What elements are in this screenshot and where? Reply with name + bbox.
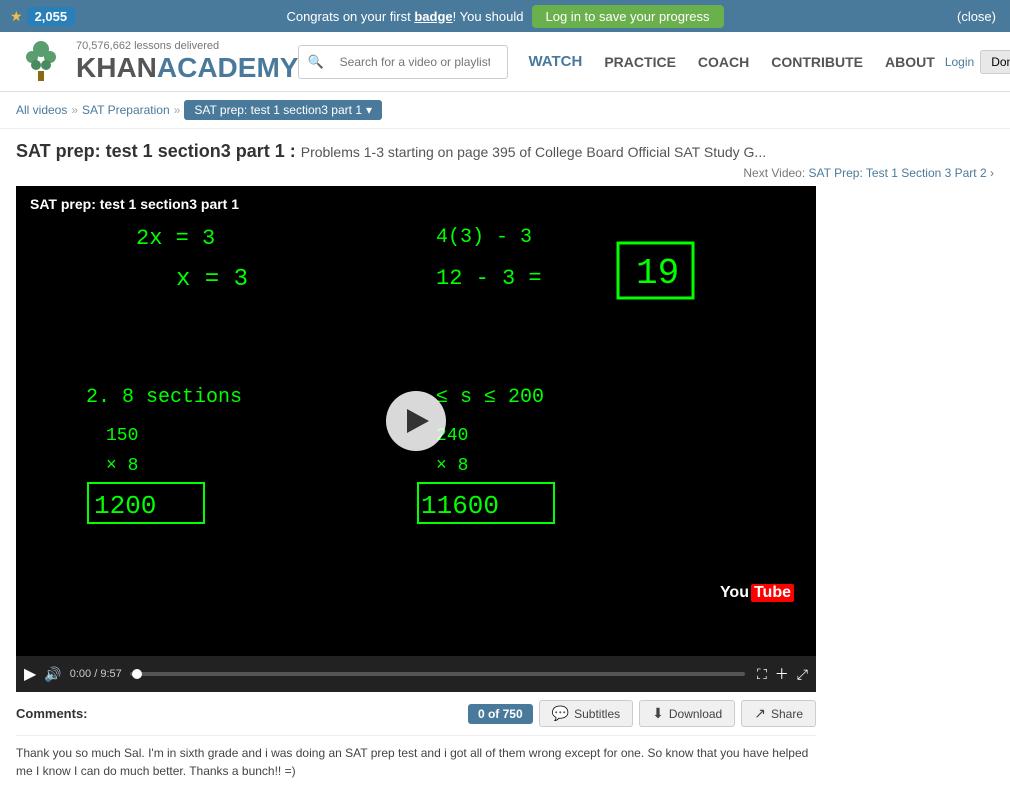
subtitles-label: Subtitles [574, 707, 620, 721]
below-video-bar: Comments: 0 of 750 💬 Subtitles ⬇ Downloa… [16, 692, 816, 736]
top-notification-bar: ★ 2,055 Congrats on your first badge! Yo… [0, 0, 1010, 32]
badge-link[interactable]: badge [414, 9, 452, 24]
search-icon: 🔍 [307, 54, 323, 70]
share-label: Share [771, 707, 803, 721]
logo-academy: ACADEMY [157, 52, 299, 83]
video-actions: 0 of 750 💬 Subtitles ⬇ Download ↗ Share [468, 700, 816, 727]
lessons-count: 70,576,662 lessons delivered [76, 40, 298, 52]
energy-block: ★ 2,055 [10, 7, 75, 26]
expand-button[interactable]: ＋ [775, 664, 789, 684]
breadcrumb-current-dropdown[interactable]: SAT prep: test 1 section3 part 1 ▾ [184, 100, 382, 120]
save-progress-button[interactable]: Log in to save your progress [532, 5, 724, 28]
header-actions: Login Donate Like 412K [945, 50, 1010, 74]
header-right: 🔍 WATCH PRACTICE COACH CONTRIBUTE ABOUT [298, 45, 944, 79]
comments-label: Comments: [16, 706, 88, 721]
logo-area: 70,576,662 lessons delivered KHANACADEMY [16, 37, 298, 87]
nav-watch[interactable]: WATCH [518, 47, 592, 76]
nav-links: WATCH PRACTICE COACH CONTRIBUTE ABOUT [518, 47, 944, 76]
next-video-label: Next Video: [743, 166, 805, 180]
video-overlay[interactable] [16, 186, 816, 656]
logo-khan: KHAN [76, 52, 157, 83]
fullscreen-button[interactable]: ⛶ [757, 666, 767, 683]
login-link[interactable]: Login [945, 55, 974, 69]
download-label: Download [669, 707, 722, 721]
resize-button[interactable]: ⤢ [797, 666, 808, 683]
breadcrumb-dropdown-arrow: ▾ [366, 103, 372, 117]
energy-icon: ★ [10, 8, 23, 25]
volume-button[interactable]: 🔊 [44, 666, 61, 683]
nav-about[interactable]: ABOUT [875, 48, 945, 76]
donate-button[interactable]: Donate [980, 50, 1010, 74]
logo-text: KHANACADEMY [76, 52, 298, 84]
energy-count: 2,055 [27, 7, 76, 26]
nav-practice[interactable]: PRACTICE [594, 48, 686, 76]
progress-bar[interactable] [130, 672, 745, 676]
share-button[interactable]: ↗ Share [741, 700, 816, 727]
video-controls: ▶ 🔊 0:00 / 9:57 ⛶ ＋ ⤢ [16, 656, 816, 692]
subtitles-icon: 💬 [552, 705, 569, 722]
breadcrumb: All videos » SAT Preparation » SAT prep:… [0, 92, 1010, 129]
subtitles-button[interactable]: 💬 Subtitles [539, 700, 633, 727]
video-title: SAT prep: test 1 section3 part 1 : Probl… [16, 141, 994, 162]
youtube-you: You [720, 584, 749, 602]
logo-text-area: 70,576,662 lessons delivered KHANACADEMY [76, 40, 298, 84]
breadcrumb-sep1: » [71, 103, 78, 117]
logo-icon [16, 37, 66, 87]
page-content: SAT prep: test 1 section3 part 1 : Probl… [0, 129, 1010, 792]
breadcrumb-sat-prep[interactable]: SAT Preparation [82, 103, 170, 117]
breadcrumb-sep2: » [174, 103, 181, 117]
breadcrumb-all-videos[interactable]: All videos [16, 103, 67, 117]
video-title-sub: Problems 1-3 starting on page 395 of Col… [301, 144, 766, 160]
video-title-main: SAT prep: test 1 section3 part 1 [16, 141, 285, 161]
comment-text: Thank you so much Sal. I'm in sixth grad… [16, 744, 816, 780]
video-player: SAT prep: test 1 section3 part 1 2x = 3 … [16, 186, 816, 656]
progress-indicator [132, 669, 142, 679]
comments-count-badge: 0 of 750 [468, 704, 533, 724]
next-video-arrow: › [990, 166, 994, 180]
youtube-badge: YouTube [712, 580, 802, 606]
download-button[interactable]: ⬇ Download [639, 700, 735, 727]
play-pause-button[interactable]: ▶ [24, 664, 36, 684]
share-icon: ↗ [754, 705, 766, 722]
download-icon: ⬇ [652, 705, 664, 722]
next-video-bar: Next Video: SAT Prep: Test 1 Section 3 P… [16, 166, 994, 180]
nav-coach[interactable]: COACH [688, 48, 759, 76]
close-topbar-button[interactable]: (close) [957, 9, 996, 24]
badge-message: Congrats on your first badge! You should [286, 9, 523, 24]
youtube-tube: Tube [751, 584, 794, 602]
play-button[interactable] [386, 391, 446, 451]
breadcrumb-current-label: SAT prep: test 1 section3 part 1 [194, 103, 362, 117]
search-input[interactable] [330, 50, 500, 74]
video-time: 0:00 / 9:57 [70, 668, 122, 680]
next-video-link[interactable]: SAT Prep: Test 1 Section 3 Part 2 [809, 166, 987, 180]
site-header: 70,576,662 lessons delivered KHANACADEMY… [0, 32, 1010, 92]
nav-contribute[interactable]: CONTRIBUTE [761, 48, 873, 76]
